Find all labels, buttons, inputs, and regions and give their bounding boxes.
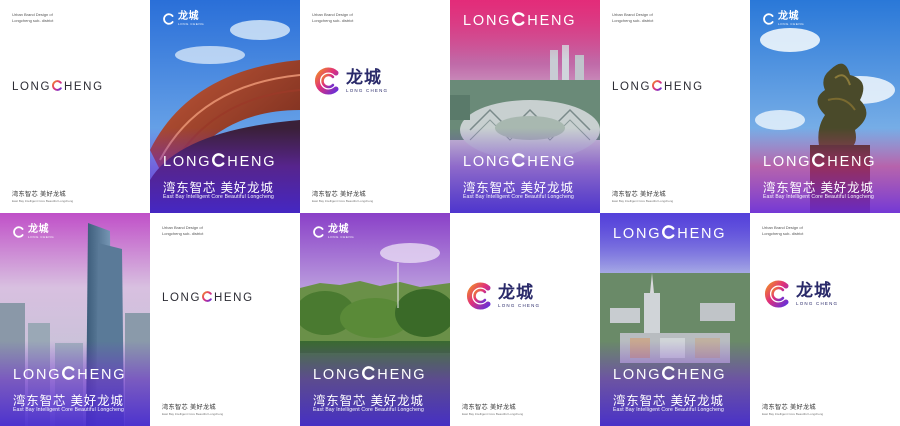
dragon-c-logo-icon: [313, 226, 324, 238]
brand-logo: 龙城 LONG CHENG: [312, 66, 388, 96]
c-mark-icon: [662, 225, 675, 239]
footer-slogan-cn: 湾东智芯 美好龙城: [12, 191, 66, 198]
dragon-c-logo-icon: [765, 280, 789, 308]
wordmark-post: HENG: [64, 81, 104, 93]
tile-photo-roof: 龙城 LONG CHENG LONG HENG 湾东智芯 美好龙城 East Bay…: [150, 0, 300, 213]
photo-wordmark-top: LONG HENG: [463, 12, 577, 29]
small-logo: 龙城 LONG CHENG: [163, 12, 204, 26]
brand-note: Urban Brand Design of Longcheng sub- dis…: [762, 225, 804, 236]
c-mark-icon: [512, 153, 525, 167]
dragon-c-logo-icon: [467, 282, 491, 310]
c-mark-icon: [812, 153, 825, 167]
photo-slogan-en: East Bay Intelligent Core Beautiful Long…: [163, 194, 275, 200]
small-logo-en: LONG CHENG: [178, 22, 205, 26]
footer-slogan-en: East Bay Intelligent Core Beautiful Long…: [612, 199, 674, 203]
dragon-c-logo-icon: [163, 13, 174, 25]
tile-white-wordmark-2: Urban Brand Design of Longcheng sub- dis…: [600, 0, 750, 213]
photo-slogan-en: East Bay Intelligent Core Beautiful Long…: [463, 194, 575, 200]
tile-white-wordmark-3: Urban Brand Design of Longcheng sub- dis…: [150, 213, 300, 426]
tile-photo-campus: LONG HENG LONG HENG 湾东智芯 美好龙城 East Bay Int…: [600, 213, 750, 426]
footer-slogan-cn: 湾东智芯 美好龙城: [612, 191, 666, 198]
brand-logo: 龙城 LONG CHENG: [464, 281, 540, 311]
c-mark-icon: [212, 153, 225, 167]
tile-white-logo-2: 龙城 LONG CHENG 湾东智芯 美好龙城 East Bay Intellig…: [450, 213, 600, 426]
tile-photo-lake: 龙城 LONG CHENG LONG HENG 湾东智芯 美好龙城 East Bay…: [300, 213, 450, 426]
photo-slogan-en: East Bay Intelligent Core Beautiful Long…: [763, 194, 875, 200]
tile-photo-dragon: 龙城 LONG CHENG LONG HENG 湾东智芯 美好龙城 East Bay…: [750, 0, 900, 213]
logo-cn: 龙城: [346, 68, 382, 87]
small-logo: 龙城 LONG CHENG: [13, 225, 54, 239]
c-mark-icon: [662, 366, 675, 380]
wordmark: LONG HENG: [612, 80, 704, 93]
footer-slogan-en: East Bay Intelligent Core Beautiful Long…: [762, 412, 824, 416]
brand-poster-grid: Urban Brand Design of Longcheng sub- dis…: [0, 0, 900, 426]
c-mark-icon: [52, 80, 62, 91]
small-logo-cn: 龙城: [178, 11, 199, 22]
tile-white-logo-1: Urban Brand Design of Longcheng sub- dis…: [300, 0, 450, 213]
brand-note: Urban Brand Design of Longcheng sub- dis…: [162, 225, 204, 236]
photo-wordmark: LONG HENG: [613, 366, 727, 383]
photo-slogan-en: East Bay Intelligent Core Beautiful Long…: [613, 407, 725, 413]
c-mark-icon: [362, 366, 375, 380]
small-logo: 龙城 LONG CHENG: [313, 225, 354, 239]
photo-wordmark: LONG HENG: [763, 153, 877, 170]
photo-wordmark: LONG HENG: [313, 366, 427, 383]
c-mark-icon: [652, 80, 662, 91]
footer-slogan-cn: 湾东智芯 美好龙城: [762, 404, 816, 411]
c-mark-icon: [202, 291, 212, 302]
photo-wordmark: LONG HENG: [163, 153, 277, 170]
small-logo: 龙城 LONG CHENG: [763, 12, 804, 26]
wordmark: LONG HENG: [12, 80, 104, 93]
footer-slogan-cn: 湾东智芯 美好龙城: [312, 191, 366, 198]
brand-note: Urban Brand Design of Longcheng sub- dis…: [12, 12, 54, 23]
photo-slogan-en: East Bay Intelligent Core Beautiful Long…: [13, 407, 125, 413]
wordmark-pre: LONG: [12, 81, 51, 93]
c-mark-icon: [512, 12, 525, 26]
footer-slogan-en: East Bay Intelligent Core Beautiful Long…: [462, 412, 524, 416]
wordmark: LONG HENG: [162, 291, 254, 304]
dragon-c-logo-icon: [13, 226, 24, 238]
footer-slogan-en: East Bay Intelligent Core Beautiful Long…: [12, 199, 74, 203]
photo-wordmark: LONG HENG: [463, 153, 577, 170]
dragon-c-logo-icon: [315, 67, 339, 95]
footer-slogan-en: East Bay Intelligent Core Beautiful Long…: [312, 199, 374, 203]
tile-photo-towers: 龙城 LONG CHENG LONG HENG 湾东智芯 美好龙城 East Bay…: [0, 213, 150, 426]
footer-slogan-cn: 湾东智芯 美好龙城: [462, 404, 516, 411]
footer-slogan-cn: 湾东智芯 美好龙城: [162, 404, 216, 411]
photo-slogan-en: East Bay Intelligent Core Beautiful Long…: [313, 407, 425, 413]
dragon-c-logo-icon: [763, 13, 774, 25]
brand-logo: 龙城 LONG CHENG: [762, 279, 838, 309]
photo-wordmark-top: LONG HENG: [613, 225, 727, 242]
tile-white-wordmark-1: Urban Brand Design of Longcheng sub- dis…: [0, 0, 150, 213]
brand-note: Urban Brand Design of Longcheng sub- dis…: [312, 12, 354, 23]
tile-photo-stadium: LONG HENG LONG HENG 湾东智芯 美好龙城 East Bay Int…: [450, 0, 600, 213]
tile-white-logo-3: Urban Brand Design of Longcheng sub- dis…: [750, 213, 900, 426]
logo-en: LONG CHENG: [346, 88, 389, 93]
brand-note: Urban Brand Design of Longcheng sub- dis…: [612, 12, 654, 23]
footer-slogan-en: East Bay Intelligent Core Beautiful Long…: [162, 412, 224, 416]
photo-wordmark: LONG HENG: [13, 366, 127, 383]
c-mark-icon: [62, 366, 75, 380]
